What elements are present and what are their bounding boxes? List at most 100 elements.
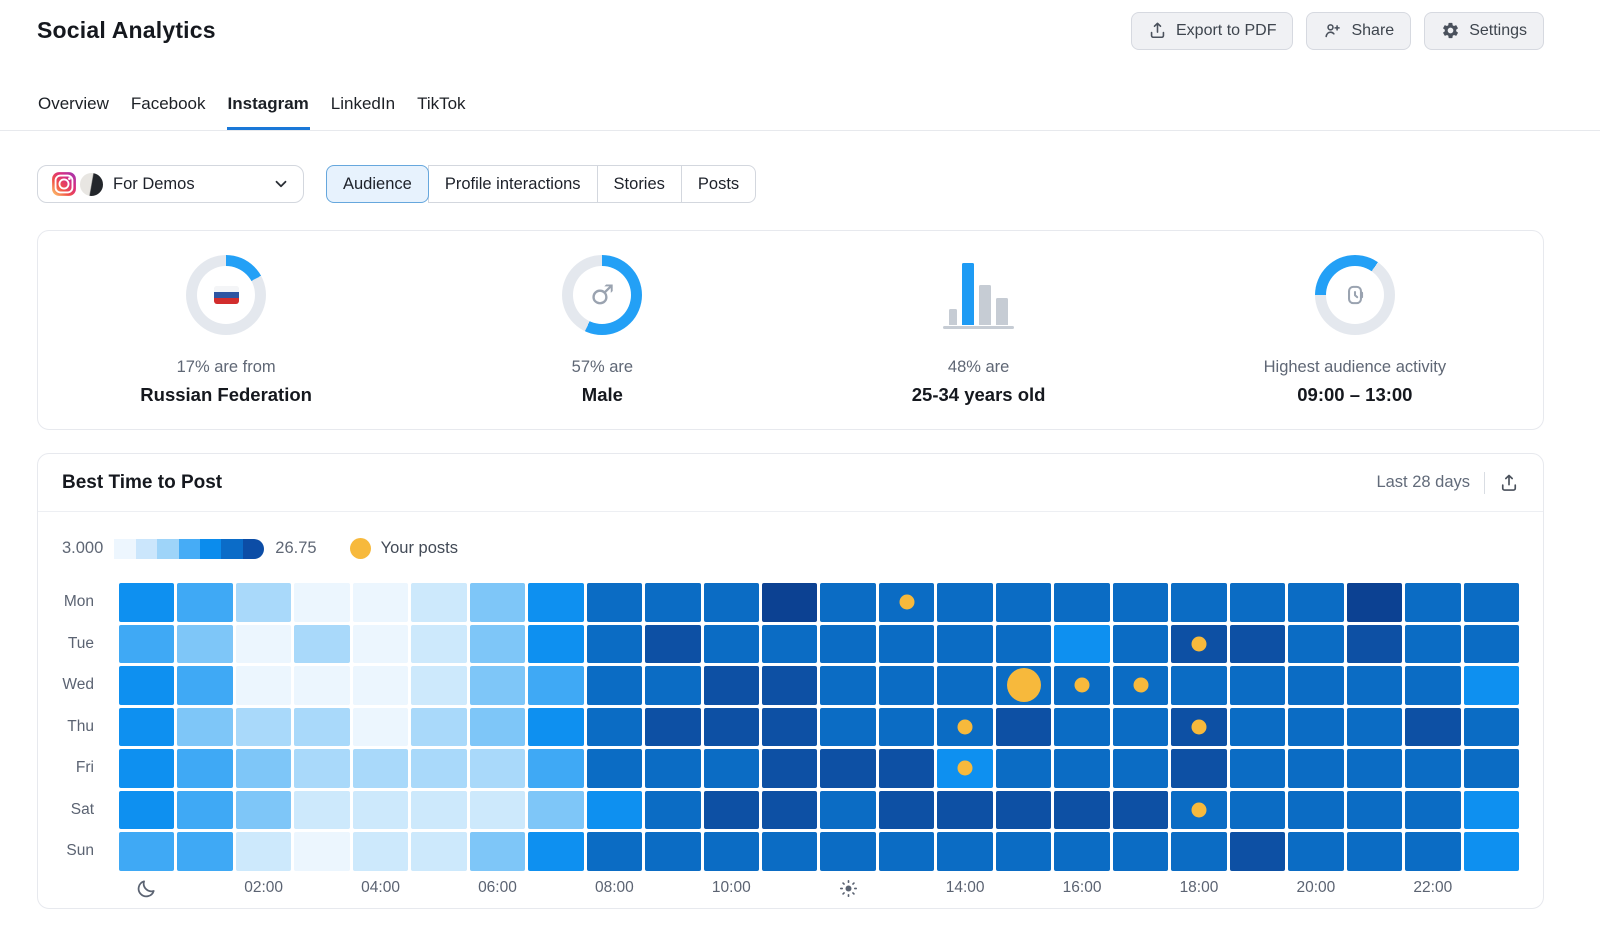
heatmap-cell[interactable]	[411, 708, 466, 747]
heatmap-cell[interactable]	[937, 791, 992, 830]
heatmap-cell[interactable]	[177, 583, 232, 622]
heatmap-cell[interactable]	[762, 791, 817, 830]
heatmap-cell[interactable]	[1405, 749, 1460, 788]
heatmap-cell[interactable]	[1347, 583, 1402, 622]
heatmap-cell[interactable]	[177, 791, 232, 830]
heatmap-cell[interactable]	[177, 832, 232, 871]
heatmap-cell[interactable]	[704, 749, 759, 788]
heatmap-cell[interactable]	[1054, 708, 1109, 747]
heatmap-cell[interactable]	[1405, 583, 1460, 622]
heatmap-cell[interactable]	[1054, 666, 1109, 705]
your-post-dot[interactable]	[1191, 719, 1206, 734]
your-post-dot[interactable]	[1007, 668, 1041, 702]
heatmap-cell[interactable]	[119, 583, 174, 622]
heatmap-cell[interactable]	[1347, 625, 1402, 664]
heatmap-cell[interactable]	[1464, 832, 1519, 871]
heatmap-cell[interactable]	[937, 625, 992, 664]
heatmap-cell[interactable]	[411, 749, 466, 788]
tab-facebook[interactable]: Facebook	[130, 94, 207, 130]
heatmap-cell[interactable]	[1405, 832, 1460, 871]
heatmap-cell[interactable]	[762, 666, 817, 705]
your-post-dot[interactable]	[1075, 678, 1090, 693]
heatmap-cell[interactable]	[937, 583, 992, 622]
heatmap-cell[interactable]	[820, 666, 875, 705]
heatmap-cell[interactable]	[645, 625, 700, 664]
heatmap-cell[interactable]	[294, 708, 349, 747]
heatmap-cell[interactable]	[762, 583, 817, 622]
heatmap-cell[interactable]	[645, 708, 700, 747]
your-post-dot[interactable]	[1191, 802, 1206, 817]
heatmap-cell[interactable]	[704, 791, 759, 830]
heatmap-cell[interactable]	[294, 749, 349, 788]
heatmap-cell[interactable]	[645, 832, 700, 871]
segment-profile-interactions[interactable]: Profile interactions	[428, 165, 598, 203]
heatmap-cell[interactable]	[645, 749, 700, 788]
heatmap-cell[interactable]	[1405, 625, 1460, 664]
heatmap-cell[interactable]	[1347, 832, 1402, 871]
heatmap-cell[interactable]	[236, 625, 291, 664]
heatmap-cell[interactable]	[1288, 666, 1343, 705]
heatmap-cell[interactable]	[587, 791, 642, 830]
settings-button[interactable]: Settings	[1424, 12, 1544, 50]
heatmap-cell[interactable]	[1113, 583, 1168, 622]
heatmap-cell[interactable]	[879, 708, 934, 747]
heatmap-cell[interactable]	[470, 666, 525, 705]
heatmap-cell[interactable]	[1230, 791, 1285, 830]
heatmap-cell[interactable]	[1230, 749, 1285, 788]
heatmap-cell[interactable]	[1464, 666, 1519, 705]
heatmap-cell[interactable]	[762, 749, 817, 788]
heatmap-cell[interactable]	[1347, 749, 1402, 788]
segment-posts[interactable]: Posts	[681, 165, 756, 203]
heatmap-cell[interactable]	[119, 666, 174, 705]
heatmap-cell[interactable]	[236, 832, 291, 871]
heatmap-cell[interactable]	[820, 708, 875, 747]
heatmap-cell[interactable]	[1113, 749, 1168, 788]
heatmap-cell[interactable]	[411, 791, 466, 830]
your-post-dot[interactable]	[899, 595, 914, 610]
heatmap-cell[interactable]	[411, 625, 466, 664]
heatmap-cell[interactable]	[996, 791, 1051, 830]
heatmap-cell[interactable]	[470, 749, 525, 788]
heatmap-cell[interactable]	[1405, 666, 1460, 705]
heatmap-cell[interactable]	[1171, 625, 1226, 664]
your-post-dot[interactable]	[1133, 678, 1148, 693]
heatmap-cell[interactable]	[1230, 708, 1285, 747]
heatmap-cell[interactable]	[119, 749, 174, 788]
heatmap-cell[interactable]	[879, 583, 934, 622]
heatmap-cell[interactable]	[820, 749, 875, 788]
heatmap-cell[interactable]	[1405, 791, 1460, 830]
heatmap-cell[interactable]	[411, 583, 466, 622]
heatmap-cell[interactable]	[1171, 832, 1226, 871]
heatmap-cell[interactable]	[119, 791, 174, 830]
heatmap-cell[interactable]	[1230, 666, 1285, 705]
heatmap-cell[interactable]	[1288, 708, 1343, 747]
heatmap-cell[interactable]	[236, 708, 291, 747]
heatmap-cell[interactable]	[996, 749, 1051, 788]
your-post-dot[interactable]	[1191, 636, 1206, 651]
heatmap-cell[interactable]	[528, 708, 583, 747]
heatmap-cell[interactable]	[879, 832, 934, 871]
heatmap-cell[interactable]	[1230, 583, 1285, 622]
heatmap-cell[interactable]	[1464, 583, 1519, 622]
heatmap-cell[interactable]	[1054, 583, 1109, 622]
heatmap-cell[interactable]	[411, 832, 466, 871]
heatmap-cell[interactable]	[353, 625, 408, 664]
tab-linkedin[interactable]: LinkedIn	[330, 94, 396, 130]
share-button[interactable]: Share	[1306, 12, 1411, 50]
heatmap-cell[interactable]	[528, 749, 583, 788]
heatmap-cell[interactable]	[587, 666, 642, 705]
heatmap-cell[interactable]	[937, 832, 992, 871]
heatmap-cell[interactable]	[528, 666, 583, 705]
heatmap-cell[interactable]	[236, 666, 291, 705]
heatmap-cell[interactable]	[820, 625, 875, 664]
heatmap-cell[interactable]	[1464, 749, 1519, 788]
heatmap-cell[interactable]	[879, 625, 934, 664]
heatmap-cell[interactable]	[177, 666, 232, 705]
heatmap-cell[interactable]	[294, 583, 349, 622]
heatmap-cell[interactable]	[1464, 708, 1519, 747]
heatmap-cell[interactable]	[996, 666, 1051, 705]
heatmap-cell[interactable]	[1113, 791, 1168, 830]
heatmap-cell[interactable]	[1347, 666, 1402, 705]
heatmap-cell[interactable]	[353, 749, 408, 788]
heatmap-cell[interactable]	[937, 749, 992, 788]
